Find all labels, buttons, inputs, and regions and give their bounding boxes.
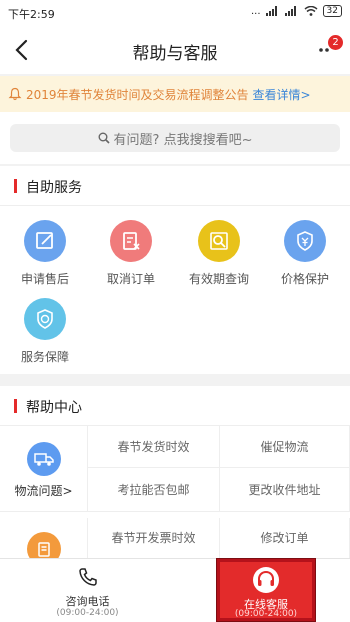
truck-icon bbox=[26, 442, 61, 476]
service-label: 服务保障 bbox=[20, 350, 69, 364]
cancel-order-icon bbox=[110, 220, 152, 262]
help-center-grid: 物流问题> 春节发货时效 催促物流 考拉能否包邮 更改收件地址 春节开发票时效 … bbox=[0, 426, 350, 566]
bell-icon bbox=[8, 87, 22, 101]
search-area: 有问题? 点我搜搜看吧~ bbox=[0, 112, 350, 164]
help-center-title: 帮助中心 bbox=[26, 400, 82, 416]
faq-item[interactable]: 春节开发票时效 bbox=[88, 518, 220, 558]
service-label: 取消订单 bbox=[106, 272, 155, 286]
order-category[interactable] bbox=[0, 518, 88, 566]
edit-icon bbox=[24, 220, 66, 262]
service-cancel-order[interactable]: 取消订单 bbox=[96, 220, 166, 287]
signal-icon-2 bbox=[284, 6, 296, 16]
service-label: 价格保护 bbox=[280, 272, 329, 286]
service-after-sale[interactable]: 申请售后 bbox=[10, 220, 80, 287]
wifi-icon bbox=[304, 6, 318, 16]
help-center-header: 帮助中心 bbox=[0, 386, 350, 426]
search-icon bbox=[98, 132, 110, 144]
phone-hours: (09:00-24:00) bbox=[56, 608, 119, 618]
status-bar: 下午2:59 ... 32 bbox=[0, 0, 350, 26]
message-count-badge: 2 bbox=[328, 35, 343, 50]
battery-indicator: 32 bbox=[322, 5, 342, 17]
nav-bar: 帮助与客服 2 bbox=[0, 26, 350, 74]
service-label: 有效期查询 bbox=[188, 272, 249, 286]
phone-icon bbox=[79, 568, 97, 586]
status-icons: ... 32 bbox=[251, 5, 342, 17]
service-guarantee[interactable]: 服务保障 bbox=[10, 298, 80, 365]
service-label: 申请售后 bbox=[20, 272, 69, 286]
section-accent-bar bbox=[14, 399, 17, 413]
network-indicator: ... bbox=[251, 5, 261, 17]
price-shield-icon bbox=[284, 220, 326, 262]
logistics-category[interactable]: 物流问题> bbox=[0, 426, 88, 512]
faq-item[interactable]: 春节发货时效 bbox=[88, 426, 220, 468]
section-accent-bar bbox=[14, 179, 17, 193]
signal-icon bbox=[265, 6, 277, 16]
faq-item[interactable]: 修改订单 bbox=[220, 518, 350, 558]
self-service-header: 自助服务 bbox=[0, 166, 350, 206]
service-shield-icon bbox=[24, 298, 66, 340]
search-input[interactable]: 有问题? 点我搜搜看吧~ bbox=[10, 124, 340, 152]
faq-item[interactable]: 催促物流 bbox=[220, 426, 350, 468]
logistics-category-label: 物流问题> bbox=[14, 484, 73, 498]
headset-icon bbox=[253, 567, 279, 593]
search-icon bbox=[198, 220, 240, 262]
service-price-protection[interactable]: 价格保护 bbox=[270, 220, 340, 287]
service-expiry-check[interactable]: 有效期查询 bbox=[184, 220, 254, 287]
self-service-grid: 申请售后 取消订单 有效期查询 价格保护 服务保障 bbox=[0, 206, 350, 374]
online-support-hours: (09:00-24:00) bbox=[234, 609, 298, 619]
announcement-details-link[interactable]: 查看详情> bbox=[253, 86, 311, 103]
page-title: 帮助与客服 bbox=[132, 44, 218, 64]
phone-consult-button[interactable]: 咨询电话 (09:00-24:00) bbox=[0, 559, 175, 622]
phone-label: 咨询电话 bbox=[65, 595, 110, 608]
announcement-banner[interactable]: 2019年春节发货时间及交易流程调整公告 查看详情> bbox=[0, 76, 350, 112]
announcement-text: 2019年春节发货时间及交易流程调整公告 bbox=[26, 87, 249, 102]
faq-item[interactable]: 更改收件地址 bbox=[220, 468, 350, 512]
section-divider bbox=[0, 374, 350, 386]
search-placeholder: 有问题? 点我搜搜看吧~ bbox=[113, 132, 253, 148]
self-service-title: 自助服务 bbox=[26, 180, 82, 196]
online-support-button[interactable]: 在线客服 (09:00-24:00) bbox=[216, 558, 316, 622]
status-time: 下午2:59 bbox=[8, 8, 55, 21]
faq-item[interactable]: 考拉能否包邮 bbox=[88, 468, 220, 512]
bottom-contact-bar: 咨询电话 (09:00-24:00) 在线客服 (09:00-24:00) bbox=[0, 558, 350, 622]
